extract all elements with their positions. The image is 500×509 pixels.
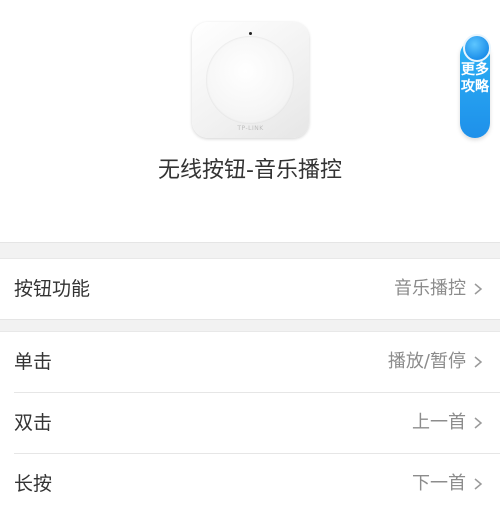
section-separator [0, 242, 500, 259]
device-indicator-dot [249, 32, 252, 35]
long-press-label: 长按 [14, 473, 53, 495]
device-button-circle [206, 36, 294, 124]
device-image: TP-LINK [192, 22, 309, 138]
button-function-label: 按钮功能 [14, 278, 91, 300]
device-header: TP-LINK 无线按钮-音乐播控 [0, 0, 500, 242]
page-title: 无线按钮-音乐播控 [158, 158, 342, 183]
more-tips-button[interactable]: 更多攻略 [460, 34, 491, 138]
single-click-label: 单击 [14, 351, 53, 373]
ball-icon [463, 34, 491, 62]
single-click-value: 播放/暂停 [387, 351, 466, 372]
chevron-right-icon [474, 478, 483, 490]
single-click-row[interactable]: 单击 播放/暂停 [0, 332, 500, 392]
double-click-row[interactable]: 双击 上一首 [0, 393, 500, 453]
device-settings-page: TP-LINK 无线按钮-音乐播控 更多攻略 按钮功能 音乐播控 单击 播放/暂… [0, 0, 500, 509]
device-brand-logo: TP-LINK [237, 125, 264, 132]
button-function-value: 音乐播控 [394, 278, 466, 299]
more-tips-label: 更多攻略 [461, 62, 489, 95]
section-separator [0, 319, 500, 332]
long-press-row[interactable]: 长按 下一首 [0, 454, 500, 509]
long-press-value: 下一首 [412, 473, 466, 494]
chevron-right-icon [474, 417, 483, 429]
chevron-right-icon [474, 283, 483, 295]
button-function-row[interactable]: 按钮功能 音乐播控 [0, 259, 500, 319]
double-click-label: 双击 [14, 412, 53, 434]
chevron-right-icon [474, 356, 483, 368]
double-click-value: 上一首 [412, 412, 466, 433]
